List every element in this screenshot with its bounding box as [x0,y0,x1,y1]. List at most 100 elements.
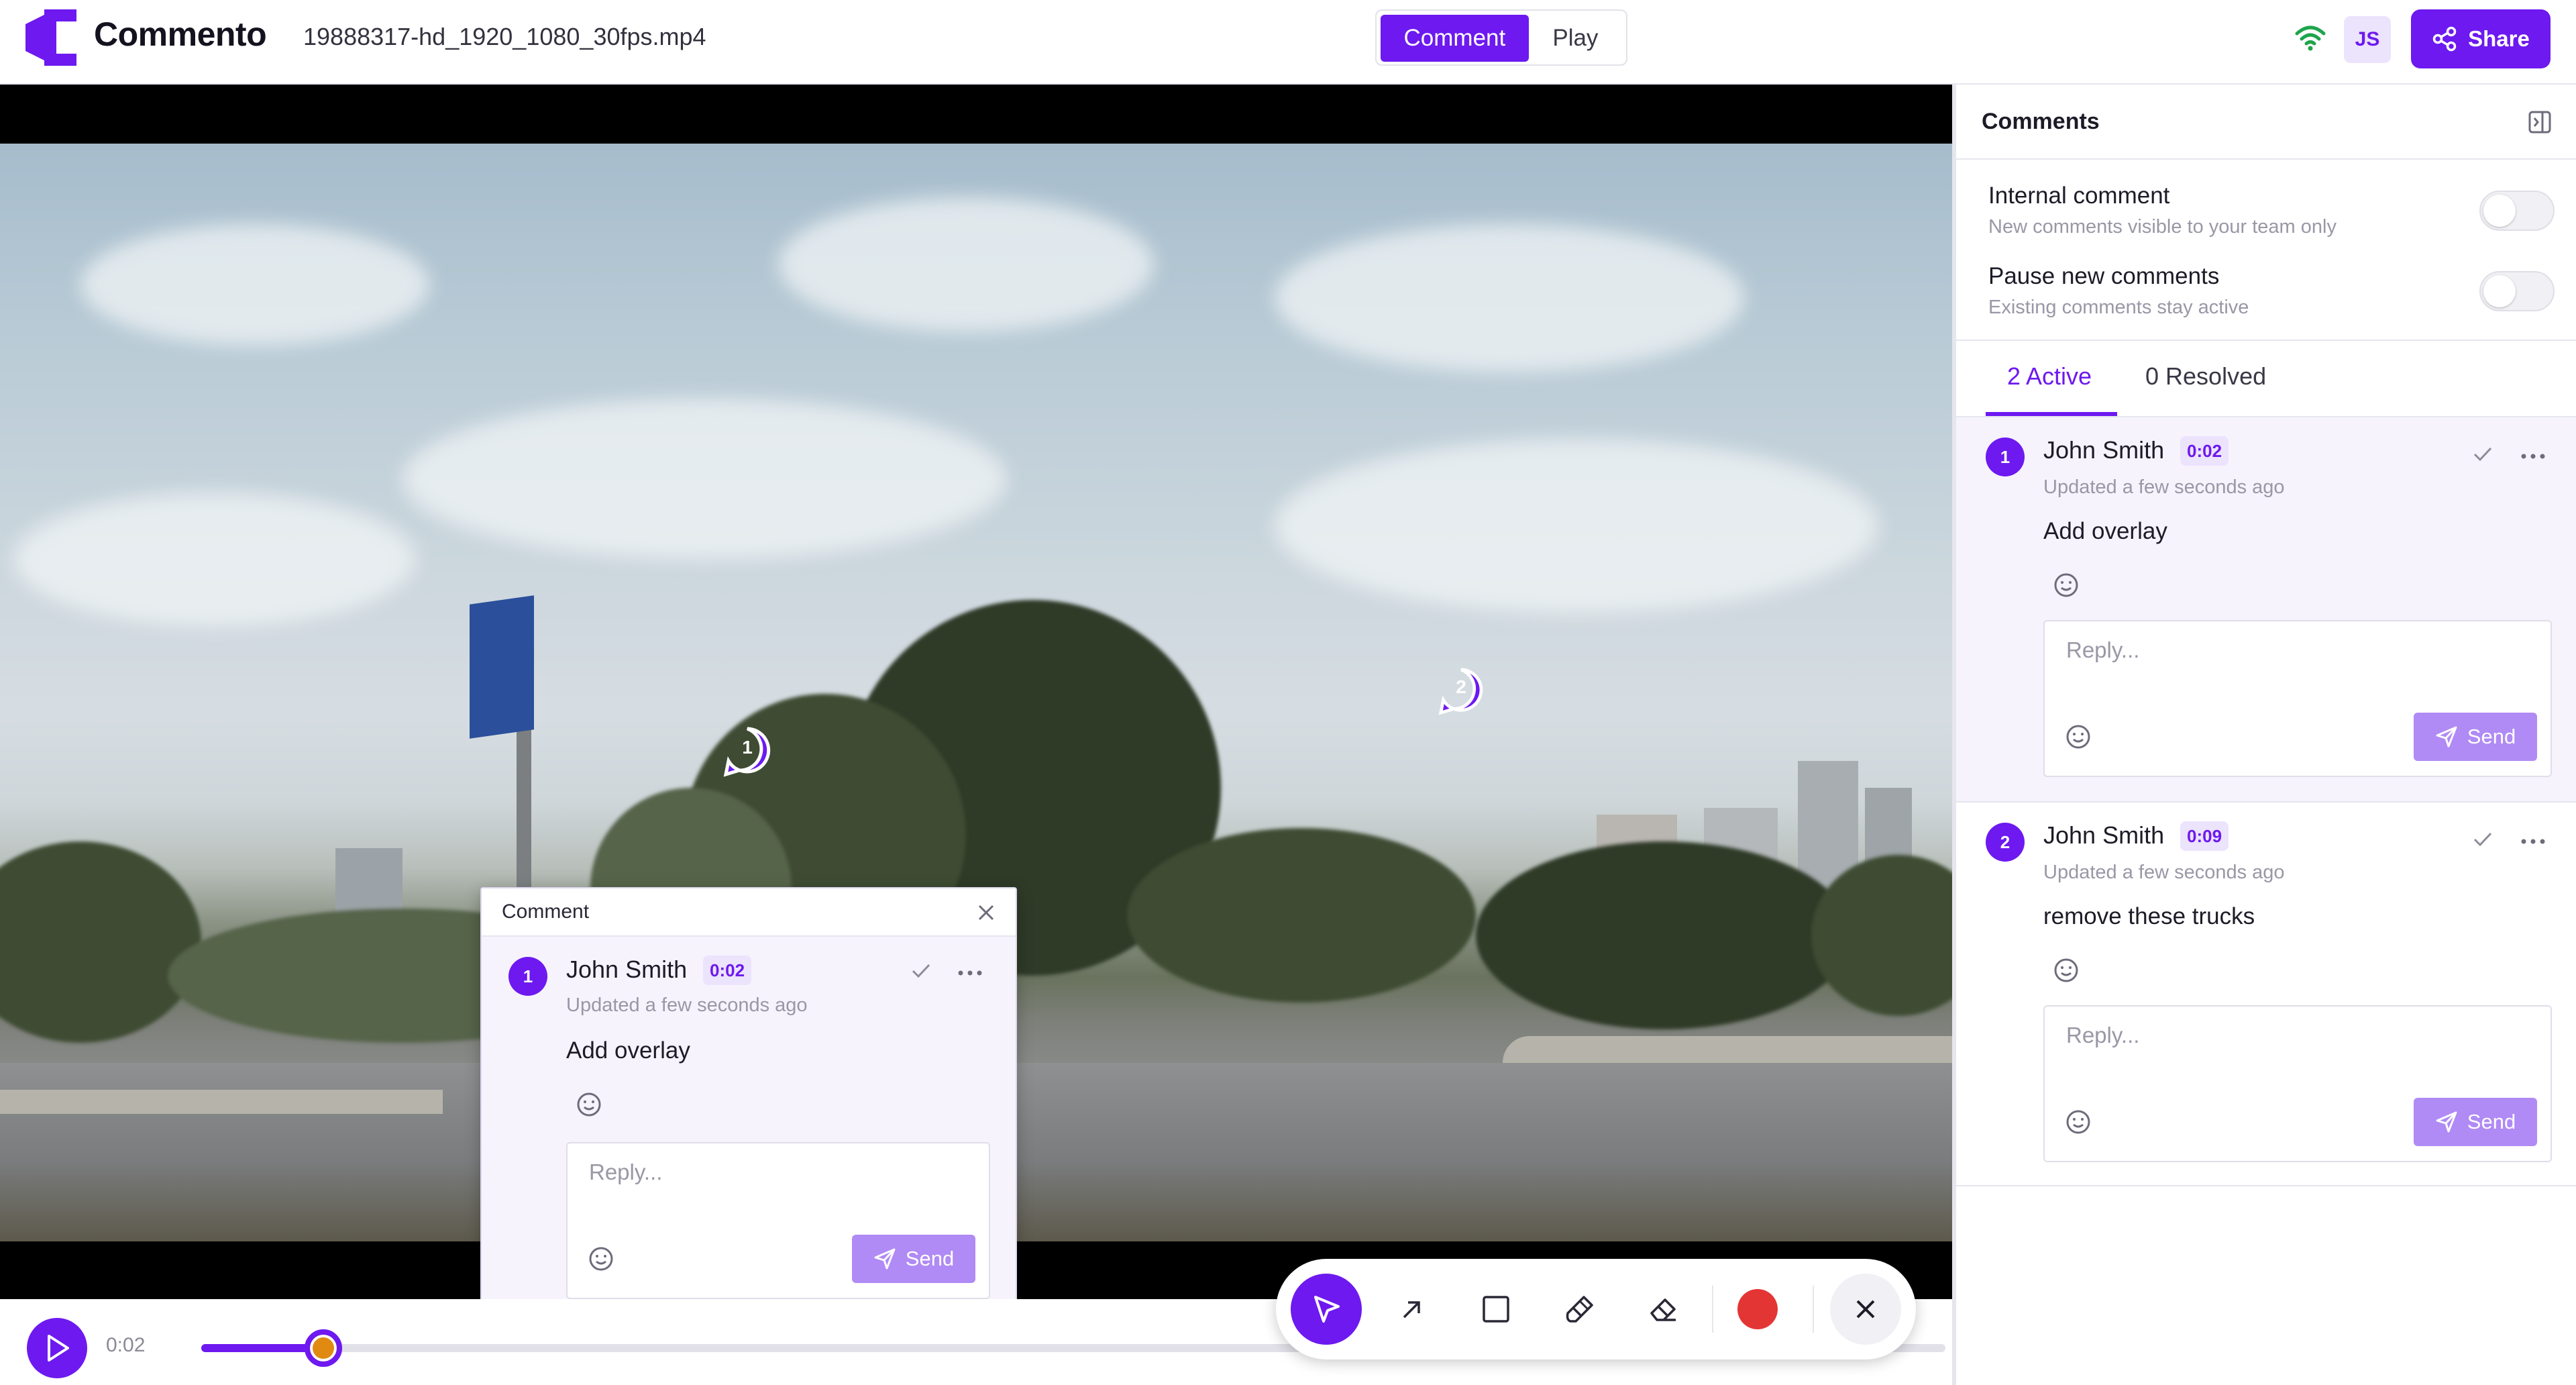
emoji-reaction-icon[interactable] [576,1091,602,1118]
thread-number-badge: 1 [1986,438,2025,476]
send-button[interactable]: Send [852,1235,975,1283]
send-icon [2435,1111,2458,1133]
color-picker-button[interactable] [1722,1274,1793,1345]
send-icon [873,1247,896,1270]
updated-time: Updated a few seconds ago [2043,862,2285,883]
updated-time: Updated a few seconds ago [2043,476,2285,498]
send-icon [2435,725,2458,748]
tab-active[interactable]: 2 Active [2007,362,2092,416]
rectangle-tool-button[interactable] [1460,1274,1532,1345]
commento-logo-icon [25,9,79,66]
reply-input[interactable]: Reply... [589,1160,662,1185]
close-icon [1854,1298,1877,1321]
emoji-reaction-icon[interactable] [2053,957,2080,984]
popup-header: Comment [482,888,1016,937]
user-avatar[interactable]: JS [2344,16,2391,63]
play-icon [44,1333,70,1363]
cursor-icon [1310,1293,1342,1325]
share-icon [2432,26,2457,52]
play-mode-button[interactable]: Play [1529,15,1622,62]
rectangle-icon [1481,1294,1511,1324]
close-icon[interactable] [977,903,996,922]
timeline-scrubber-handle[interactable] [305,1329,342,1367]
brush-tool-button[interactable] [1544,1274,1615,1345]
reply-input[interactable]: Reply... [2066,1023,2139,1048]
toolbar-divider [1712,1286,1713,1333]
play-button[interactable] [27,1318,87,1378]
send-button[interactable]: Send [2414,713,2537,761]
send-label: Send [2467,1110,2516,1133]
selected-color-swatch [1737,1289,1778,1329]
divider [1956,340,2576,341]
share-label: Share [2468,26,2530,51]
scene-road-sign [470,595,534,739]
emoji-picker-icon[interactable] [2065,1109,2092,1135]
comment-body: Add overlay [2043,518,2167,544]
toggle-knob [2483,275,2516,307]
internal-comment-toggle[interactable] [2479,191,2555,231]
tab-resolved[interactable]: 0 Resolved [2145,362,2266,416]
comment-author: John Smith [566,956,688,983]
pin-number: 2 [1456,676,1466,697]
annotation-toolbar [1276,1259,1916,1360]
share-button[interactable]: Share [2411,9,2551,68]
more-options-icon[interactable] [2521,454,2545,459]
eraser-icon [1648,1293,1680,1325]
timestamp-badge[interactable]: 0:02 [2180,436,2229,466]
comments-sidebar: Comments Internal comment New comments v… [1952,85,2576,1385]
reply-box: Reply... Send [2043,620,2552,777]
eraser-tool-button[interactable] [1628,1274,1699,1345]
emoji-reaction-icon[interactable] [2053,572,2080,599]
comment-author: John Smith [2043,821,2165,849]
resolve-check-icon[interactable] [911,962,931,980]
thread-number-badge: 1 [508,957,547,996]
scene-cloud [778,197,1154,331]
scene-cloud [1275,224,1744,372]
emoji-picker-icon[interactable] [588,1245,614,1272]
scene-cloud [1275,439,1878,613]
arrow-tool-button[interactable] [1377,1274,1448,1345]
send-button[interactable]: Send [2414,1098,2537,1146]
send-label: Send [2467,725,2516,748]
connection-status-icon [2294,24,2326,51]
comment-author: John Smith [2043,436,2165,464]
sidebar-header: Comments [1956,85,2576,160]
pause-comments-toggle[interactable] [2479,271,2555,311]
scene-tree [1476,841,1851,1029]
resolve-check-icon[interactable] [2473,831,2493,848]
scene-curb [1503,1036,1952,1063]
cursor-tool-button[interactable] [1291,1274,1362,1345]
internal-comment-description: New comments visible to your team only [1988,216,2337,238]
video-player[interactable]: 1 2 Comment 1 John Smith 0:02 Updated a … [0,85,1952,1299]
resolve-check-icon[interactable] [2473,446,2493,463]
timestamp-badge[interactable]: 0:02 [703,956,752,985]
popup-title: Comment [502,901,590,923]
emoji-picker-icon[interactable] [2065,723,2092,750]
scene-tree [1127,828,1476,1003]
comment-thread[interactable]: 1 John Smith 0:02 Updated a few seconds … [1956,417,2576,801]
comment-body: remove these trucks [2043,903,2255,929]
sidebar-title: Comments [1982,109,2100,134]
timestamp-badge[interactable]: 0:09 [2180,821,2229,851]
app-name: Commento [94,15,267,53]
close-toolbar-button[interactable] [1830,1274,1901,1345]
thread-number-badge: 2 [1986,823,2025,862]
file-name: 19888317-hd_1920_1080_30fps.mp4 [303,23,706,50]
arrow-icon [1399,1296,1426,1323]
updated-time: Updated a few seconds ago [566,994,808,1016]
more-options-icon[interactable] [2521,839,2545,844]
reply-box: Reply... Send [2043,1005,2552,1162]
divider [1956,1185,2576,1186]
reply-input[interactable]: Reply... [2066,637,2139,663]
collapse-panel-icon[interactable] [2528,110,2552,134]
pause-comments-description: Existing comments stay active [1988,297,2249,318]
comment-pin-2[interactable]: 2 [1438,667,1484,715]
comment-thread[interactable]: 2 John Smith 0:09 Updated a few seconds … [1956,803,2576,1185]
mode-toggle: Comment Play [1375,9,1627,66]
more-options-icon[interactable] [958,970,982,976]
comment-pin-1[interactable]: 1 [723,726,771,777]
pin-number: 1 [742,737,753,758]
send-label: Send [905,1247,955,1270]
internal-comment-label: Internal comment [1988,183,2170,209]
comment-mode-button[interactable]: Comment [1381,15,1529,62]
